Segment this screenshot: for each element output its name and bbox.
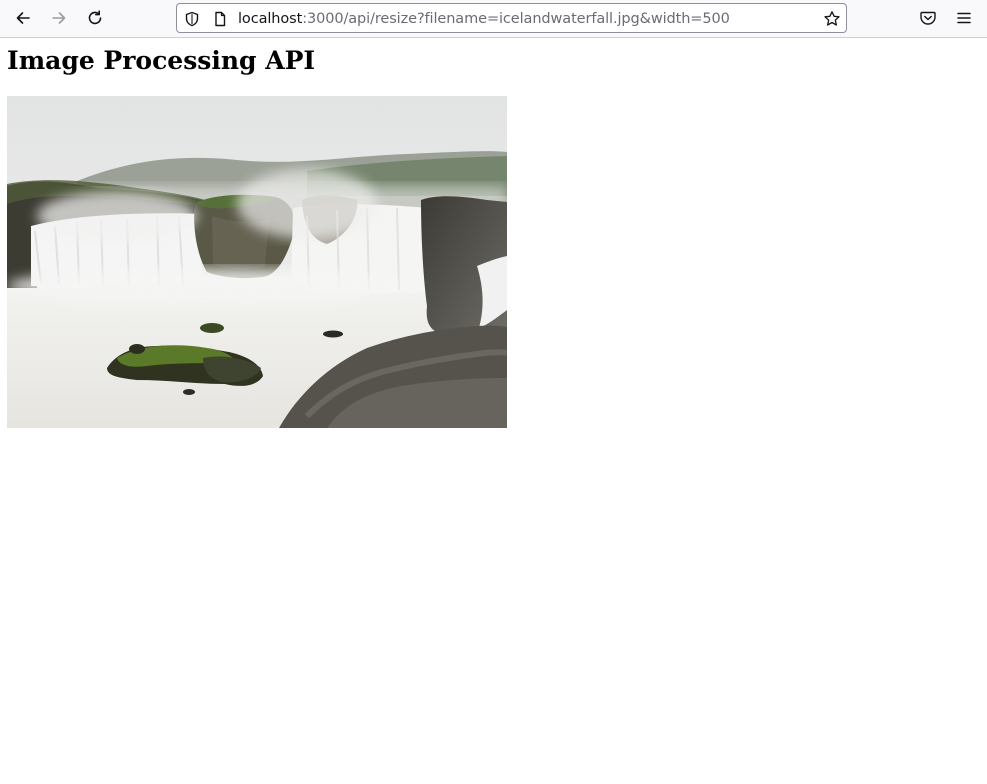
star-icon[interactable] [823,10,841,28]
browser-toolbar: localhost:3000/api/resize?filename=icela… [0,0,987,38]
pocket-button[interactable] [914,4,942,32]
page-title: Image Processing API [7,46,316,75]
back-button[interactable] [9,4,37,32]
url-host: localhost [238,11,303,27]
page-icon[interactable] [211,10,229,28]
arrow-left-icon [16,12,30,24]
url-text[interactable]: localhost:3000/api/resize?filename=icela… [238,10,730,28]
shield-icon[interactable] [183,10,201,28]
url-path: :3000/api/resize?filename=icelandwaterfa… [302,11,730,27]
arrow-right-icon [52,12,66,24]
waterfall-image [7,96,507,428]
hamburger-menu-icon [957,12,971,24]
address-bar[interactable]: localhost:3000/api/resize?filename=icela… [176,3,847,33]
pocket-icon [920,11,936,25]
reload-button[interactable] [81,4,109,32]
menu-button[interactable] [950,4,978,32]
forward-button[interactable] [45,4,73,32]
reload-icon [88,10,102,25]
